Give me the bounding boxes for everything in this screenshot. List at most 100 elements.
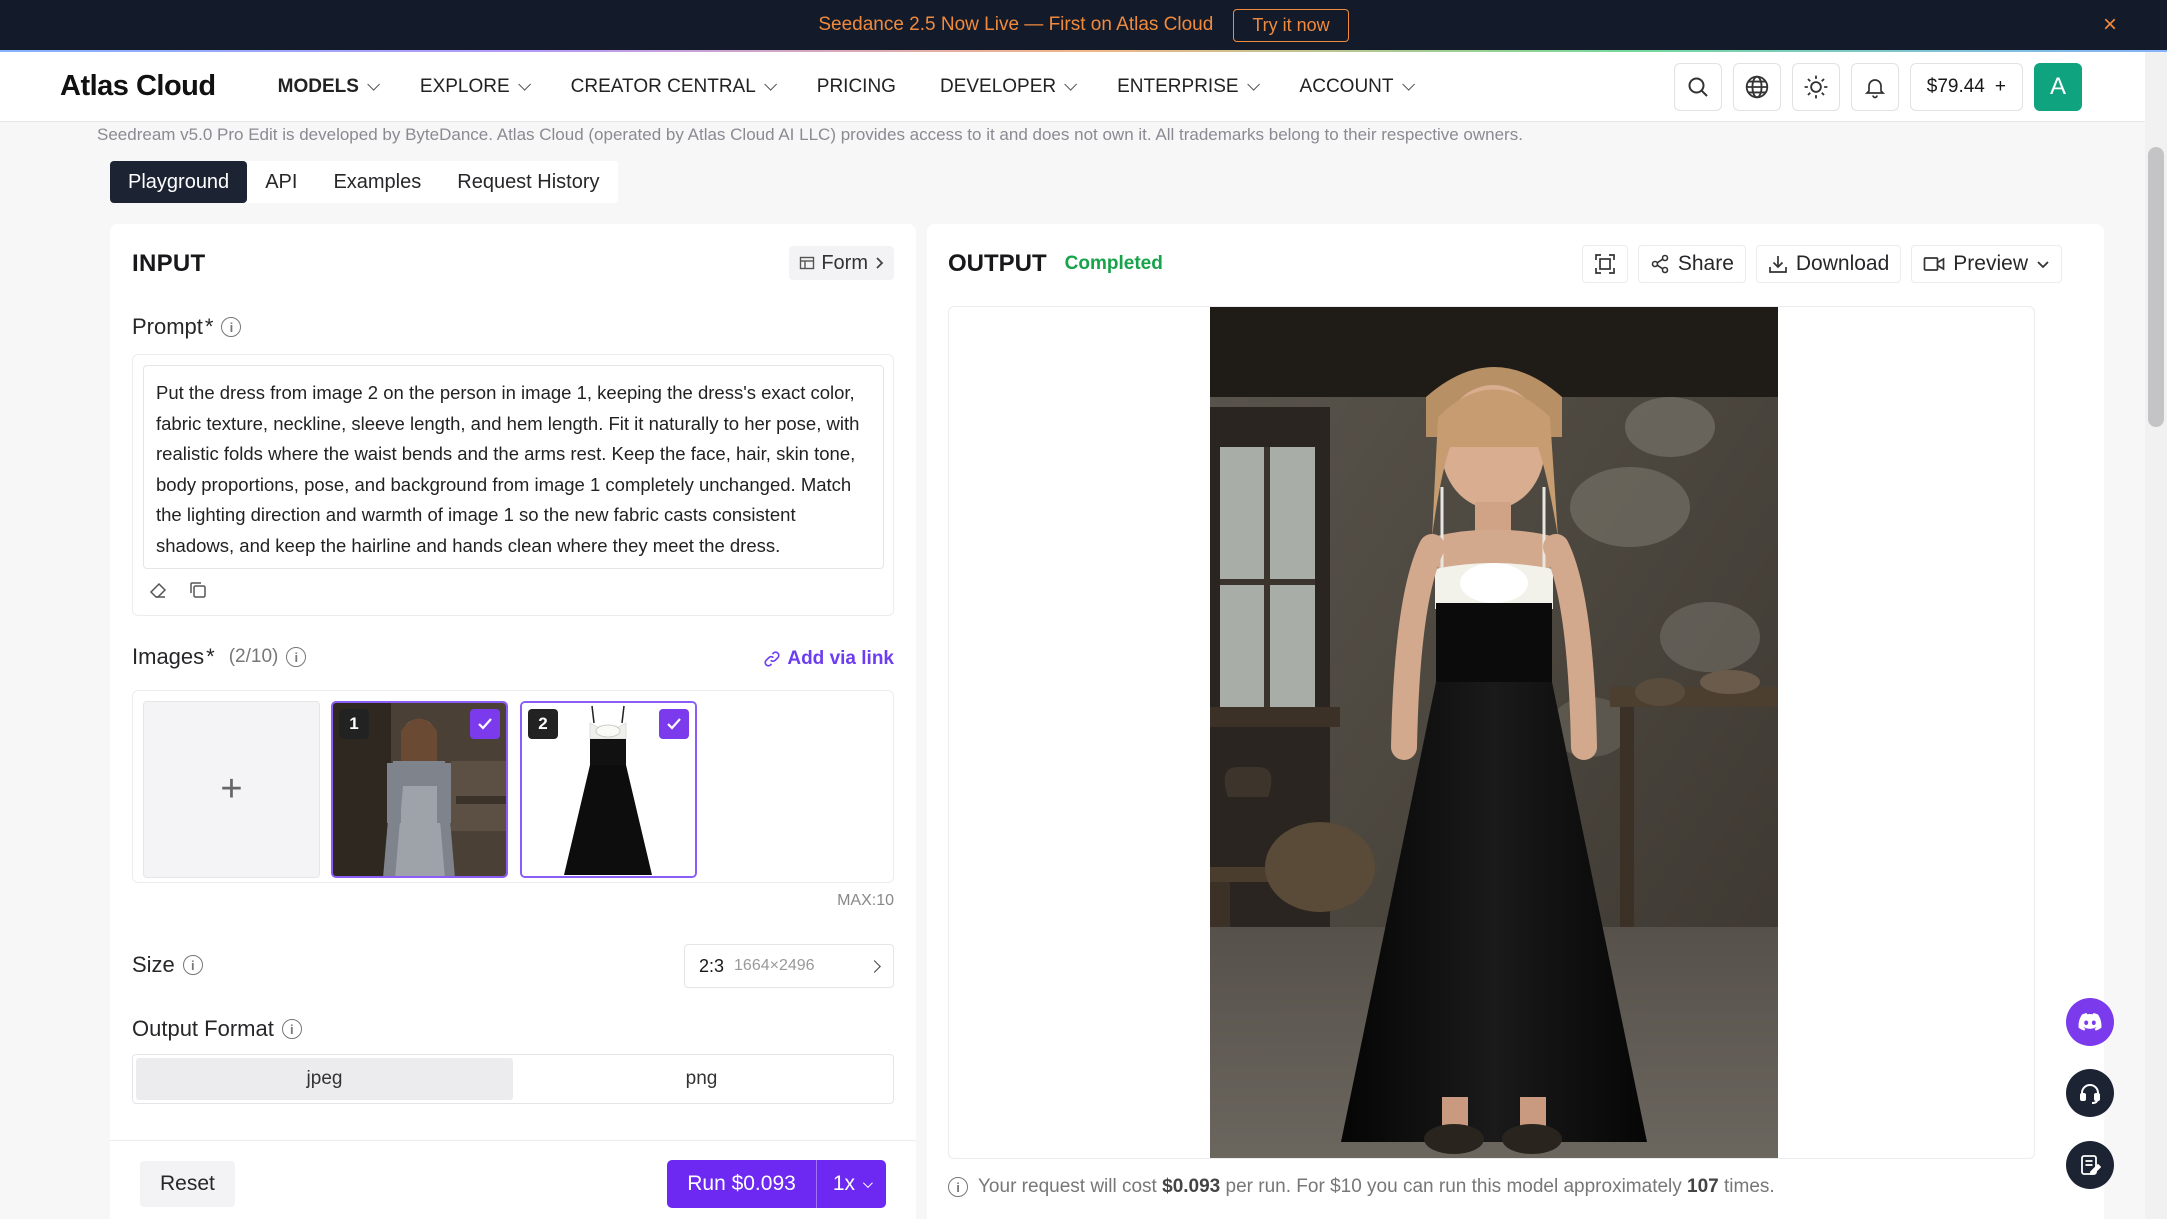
logo[interactable]: Atlas Cloud — [60, 70, 216, 103]
output-format-label: Output Format i — [132, 1016, 302, 1042]
nav-item-label: PRICING — [816, 75, 896, 97]
upload-image-button[interactable]: + — [143, 701, 320, 878]
nav-item-creator-central[interactable]: CREATOR CENTRAL — [571, 76, 777, 98]
info-icon[interactable]: i — [286, 647, 307, 667]
announcement-banner: Seedance 2.5 Now Live — First on Atlas C… — [0, 0, 2167, 50]
top-navbar: Atlas Cloud MODELS EXPLORE CREATOR CENTR… — [0, 52, 2145, 122]
run-button[interactable]: Run $0.093 1x — [667, 1160, 886, 1208]
close-icon[interactable]: × — [2103, 13, 2117, 37]
size-select[interactable]: 2:3 1664×2496 — [684, 944, 894, 988]
try-it-now-button[interactable]: Try it now — [1233, 8, 1349, 42]
info-icon[interactable]: i — [221, 317, 242, 337]
format-option-jpeg[interactable]: jpeg — [136, 1058, 513, 1100]
required-mark: * — [206, 644, 215, 669]
image-thumbnail-1[interactable]: 1 — [331, 701, 508, 878]
language-button[interactable] — [1732, 63, 1781, 111]
tab-playground[interactable]: Playground — [110, 161, 248, 203]
chevron-down-icon — [367, 78, 380, 91]
notifications-button[interactable] — [1850, 63, 1899, 111]
feedback-button[interactable] — [2066, 1141, 2114, 1189]
image-thumbnail-2[interactable]: 2 — [520, 701, 697, 878]
download-button[interactable]: Download — [1755, 245, 1902, 283]
required-mark: * — [204, 314, 214, 339]
nav-item-label: MODELS — [277, 75, 359, 97]
tab-api[interactable]: API — [247, 161, 315, 203]
support-button[interactable] — [2066, 1069, 2114, 1117]
tab-request-history[interactable]: Request History — [439, 161, 617, 203]
checkmark-icon[interactable] — [470, 709, 500, 739]
balance-amount: $79.44 — [1926, 76, 1985, 97]
globe-icon — [1745, 75, 1768, 99]
add-via-link-label: Add via link — [787, 648, 894, 669]
run-label[interactable]: Run $0.093 — [667, 1160, 817, 1208]
run-multiplier-value: 1x — [832, 1172, 855, 1195]
avatar[interactable]: A — [2034, 63, 2082, 111]
cost-prefix: Your request will cost — [978, 1176, 1157, 1197]
cost-mid: per run. For $10 you can run this model … — [1225, 1176, 1682, 1197]
prompt-textarea[interactable]: Put the dress from image 2 on the person… — [143, 365, 884, 569]
share-button[interactable]: Share — [1637, 245, 1746, 283]
nav-item-label: DEVELOPER — [939, 75, 1057, 97]
info-icon[interactable]: i — [281, 1019, 302, 1039]
image-index-badge: 1 — [339, 709, 369, 739]
image-index-badge: 2 — [528, 709, 558, 739]
cost-note-text: Your request will cost $0.093 per run. F… — [978, 1176, 1775, 1198]
output-format-label-text: Output Format — [132, 1016, 274, 1041]
chevron-right-icon — [868, 959, 881, 973]
chevron-right-icon — [876, 257, 884, 269]
nav-item-developer[interactable]: DEVELOPER — [939, 75, 1078, 98]
reset-button[interactable]: Reset — [140, 1161, 235, 1207]
form-toggle-button[interactable]: Form — [789, 246, 894, 280]
tab-examples[interactable]: Examples — [315, 161, 439, 203]
output-format-toggle: jpeg png — [132, 1054, 894, 1104]
chevron-down-icon — [1401, 78, 1415, 91]
plus-icon: + — [220, 768, 243, 810]
scroll-thumb[interactable] — [2148, 147, 2164, 427]
headset-icon — [2080, 1084, 2100, 1104]
nav-menu: MODELS EXPLORE CREATOR CENTRAL PRICING D… — [278, 76, 1455, 98]
discord-icon — [2078, 1013, 2102, 1031]
format-option-png[interactable]: png — [513, 1058, 890, 1100]
info-icon[interactable]: i — [182, 955, 203, 975]
chevron-down-icon — [1064, 78, 1078, 91]
download-icon — [1769, 256, 1787, 273]
checkmark-icon[interactable] — [659, 709, 689, 739]
cost-suffix: times. — [1724, 1176, 1775, 1197]
nav-item-explore[interactable]: EXPLORE — [419, 75, 531, 98]
info-icon: i — [948, 1177, 968, 1197]
fullscreen-icon — [1594, 254, 1615, 274]
sun-icon — [1804, 75, 1828, 99]
copy-icon[interactable] — [185, 577, 211, 603]
balance-button[interactable]: $79.44 + — [1909, 63, 2023, 111]
generated-image[interactable] — [1210, 307, 1778, 1159]
images-label: Images * (2/10) i — [132, 644, 307, 670]
nav-item-label: EXPLORE — [419, 75, 510, 97]
bell-icon — [1864, 79, 1885, 99]
output-title: OUTPUT — [948, 250, 1047, 277]
nav-item-pricing[interactable]: PRICING — [817, 76, 896, 98]
size-label-text: Size — [132, 952, 175, 977]
nav-item-account[interactable]: ACCOUNT — [1299, 75, 1415, 98]
page-scrollbar[interactable] — [2145, 52, 2167, 1219]
page-tabs: Playground API Examples Request History — [110, 161, 618, 203]
fullscreen-button[interactable] — [1581, 245, 1628, 283]
eraser-icon[interactable] — [145, 577, 171, 603]
preview-label: Preview — [1953, 252, 2028, 275]
run-multiplier-dropdown[interactable]: 1x — [817, 1172, 886, 1196]
preview-dropdown[interactable]: Preview — [1911, 245, 2062, 283]
nav-actions: $79.44 + A — [1673, 63, 2082, 111]
status-badge: Completed — [1064, 253, 1163, 274]
nav-item-label: ACCOUNT — [1299, 75, 1394, 97]
theme-toggle-button[interactable] — [1791, 63, 1840, 111]
chevron-down-icon — [862, 1177, 873, 1188]
nav-item-models[interactable]: MODELS — [277, 75, 380, 98]
output-header: OUTPUT Completed — [948, 250, 1163, 278]
nav-item-enterprise[interactable]: ENTERPRISE — [1117, 76, 1260, 98]
images-count: (2/10) — [228, 646, 279, 667]
discord-button[interactable] — [2066, 998, 2114, 1046]
add-via-link-button[interactable]: Add via link — [763, 648, 894, 670]
chevron-down-icon — [1246, 78, 1260, 91]
search-button[interactable] — [1673, 63, 1722, 111]
banner-text: Seedance 2.5 Now Live — First on Atlas C… — [818, 14, 1214, 35]
action-bar: Reset Run $0.093 1x — [110, 1140, 916, 1219]
